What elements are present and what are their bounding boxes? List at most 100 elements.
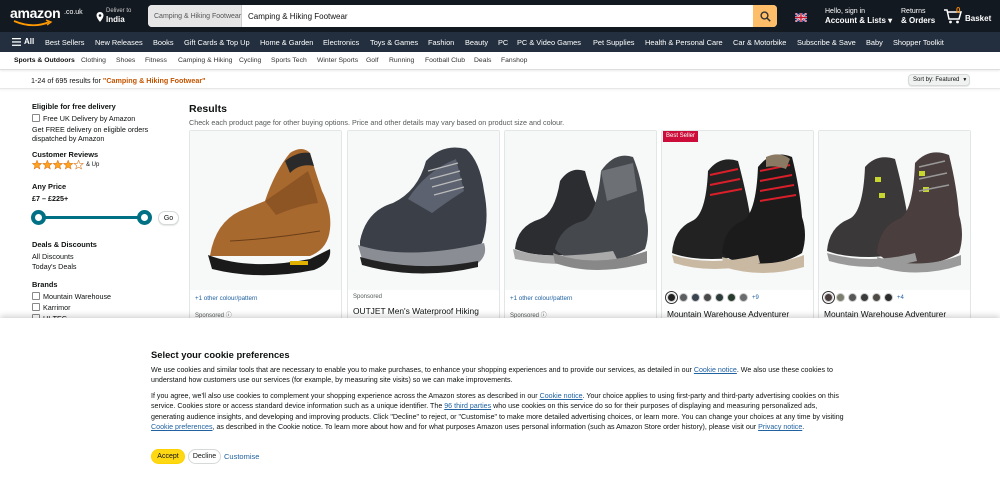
nav-item[interactable]: Home & Garden — [260, 38, 313, 47]
account-lists-menu[interactable]: Hello, sign in Account & Lists ▾ — [825, 8, 893, 28]
product-image[interactable] — [662, 131, 813, 290]
sort-value: Featured — [935, 77, 960, 83]
decline-cookies-button[interactable]: Decline — [188, 449, 221, 464]
subnav-item[interactable]: Sports & Outdoors — [14, 57, 75, 64]
subnav-item[interactable]: Cycling — [239, 57, 261, 64]
product-card[interactable]: +1 other colour/pattern Sponsored ⓘ — [189, 130, 342, 330]
four-stars-filter[interactable]: & Up — [32, 160, 99, 170]
nav-item[interactable]: Toys & Games — [370, 38, 418, 47]
subnav-item[interactable]: Winter Sports — [317, 57, 358, 64]
product-image[interactable] — [190, 131, 341, 290]
subnav-item[interactable]: Clothing — [81, 57, 106, 64]
nav-item[interactable]: Subscribe & Save — [797, 38, 856, 47]
nav-item[interactable]: New Releases — [95, 38, 143, 47]
returns-label: Returns — [901, 8, 926, 15]
colour-swatch[interactable] — [836, 293, 845, 302]
brand-filter[interactable]: Karrimor — [32, 303, 71, 312]
subnav-item[interactable]: Football Club — [425, 57, 465, 64]
colour-swatch[interactable] — [691, 293, 700, 302]
brand-checkbox[interactable] — [32, 292, 40, 300]
product-colour-options[interactable]: +1 other colour/pattern — [195, 295, 257, 302]
results-count: 1-24 of 695 results for "Camping & Hikin… — [31, 76, 206, 85]
main-nav: All Best Sellers New Releases Books Gift… — [0, 32, 1000, 52]
nav-item[interactable]: Gift Cards & Top Up — [184, 38, 250, 47]
product-colour-options[interactable]: +1 other colour/pattern — [510, 295, 572, 302]
brand-checkbox[interactable] — [32, 303, 40, 311]
free-delivery-heading: Eligible for free delivery — [32, 102, 116, 111]
cookie-preferences-link[interactable]: Cookie preferences — [151, 423, 213, 431]
subnav-item[interactable]: Fitness — [145, 57, 167, 64]
price-heading: Any Price — [32, 182, 67, 191]
results-subtitle: Check each product page for other buying… — [189, 118, 565, 127]
more-colours-link[interactable]: +9 — [752, 295, 759, 301]
subnav-item[interactable]: Sports Tech — [271, 57, 307, 64]
customise-cookies-link[interactable]: Customise — [224, 452, 259, 461]
price-slider-min-handle[interactable] — [31, 210, 46, 225]
colour-swatch[interactable] — [665, 291, 678, 304]
colour-swatch[interactable] — [860, 293, 869, 302]
all-menu-button[interactable]: All — [12, 37, 34, 46]
uk-flag-icon[interactable] — [795, 13, 807, 22]
subnav-item[interactable]: Shoes — [116, 57, 135, 64]
nav-item[interactable]: Electronics — [323, 38, 359, 47]
search-button[interactable] — [753, 5, 777, 27]
colour-swatch[interactable] — [703, 293, 712, 302]
category-subnav: Sports & Outdoors Clothing Shoes Fitness… — [0, 52, 1000, 70]
subnav-item[interactable]: Fanshop — [501, 57, 527, 64]
product-image[interactable] — [819, 131, 970, 290]
nav-item[interactable]: Baby — [866, 38, 883, 47]
nav-item[interactable]: Health & Personal Care — [645, 38, 723, 47]
nav-item[interactable]: PC & Video Games — [517, 38, 581, 47]
amazon-logo[interactable]: amazon .co.uk — [10, 5, 86, 29]
returns-orders-link[interactable]: Returns & Orders — [901, 8, 941, 28]
search-input[interactable] — [244, 5, 752, 27]
more-colours-link[interactable]: +4 — [897, 295, 904, 301]
price-slider-max-handle[interactable] — [137, 210, 152, 225]
colour-swatch[interactable] — [679, 293, 688, 302]
colour-swatch[interactable] — [872, 293, 881, 302]
subnav-item[interactable]: Running — [389, 57, 414, 64]
product-card[interactable]: +1 other colour/pattern Sponsored ⓘ — [504, 130, 657, 330]
nav-item[interactable]: PC — [498, 38, 508, 47]
sort-dropdown[interactable]: Sort by: Featured ▼ — [908, 74, 970, 86]
colour-swatch[interactable] — [739, 293, 748, 302]
free-uk-checkbox[interactable] — [32, 114, 40, 122]
deliver-country: India — [106, 15, 125, 24]
colour-swatch[interactable] — [727, 293, 736, 302]
product-image[interactable] — [505, 131, 656, 290]
privacy-notice-link[interactable]: Privacy notice — [758, 423, 802, 431]
deals-all-discounts[interactable]: All Discounts — [32, 252, 74, 261]
price-go-button[interactable]: Go — [158, 211, 179, 225]
subnav-item[interactable]: Camping & Hiking — [178, 57, 232, 64]
cookie-consent-banner: Select your cookie preferences We use co… — [0, 318, 1000, 497]
subnav-item[interactable]: Deals — [474, 57, 491, 64]
nav-item[interactable]: Car & Motorbike — [733, 38, 786, 47]
price-slider[interactable] — [31, 210, 156, 226]
cookie-notice-link[interactable]: Cookie notice — [694, 366, 737, 374]
nav-item[interactable]: Beauty — [465, 38, 488, 47]
nav-item[interactable]: Shopper Toolkit — [893, 38, 944, 47]
cookie-notice-link[interactable]: Cookie notice — [540, 392, 583, 400]
deliver-to[interactable]: Deliver to India — [96, 6, 146, 26]
product-card[interactable]: +9 Mountain Warehouse Adventurer — [661, 130, 814, 330]
product-card[interactable]: Sponsored OUTJET Men's Waterproof Hiking — [347, 130, 500, 330]
product-title[interactable]: OUTJET Men's Waterproof Hiking — [353, 306, 479, 316]
colour-swatch[interactable] — [822, 291, 835, 304]
nav-item[interactable]: Fashion — [428, 38, 454, 47]
product-card[interactable]: +4 Mountain Warehouse Adventurer — [818, 130, 971, 330]
search-category-select[interactable]: Camping & Hiking Footwear ▼ — [148, 5, 250, 27]
nav-item[interactable]: Books — [153, 38, 174, 47]
nav-item[interactable]: Best Sellers — [45, 38, 84, 47]
deals-todays-deals[interactable]: Today's Deals — [32, 262, 77, 271]
accept-cookies-button[interactable]: Accept — [151, 449, 185, 464]
product-image[interactable] — [348, 131, 499, 290]
third-parties-link[interactable]: 96 third parties — [444, 402, 491, 410]
basket-link[interactable]: 0 Basket — [943, 6, 999, 27]
colour-swatch[interactable] — [715, 293, 724, 302]
colour-swatch[interactable] — [884, 293, 893, 302]
colour-swatch[interactable] — [848, 293, 857, 302]
brand-filter[interactable]: Mountain Warehouse — [32, 292, 111, 301]
free-uk-delivery-filter[interactable]: Free UK Delivery by Amazon — [32, 114, 135, 123]
subnav-item[interactable]: Golf — [366, 57, 378, 64]
nav-item[interactable]: Pet Supplies — [593, 38, 635, 47]
